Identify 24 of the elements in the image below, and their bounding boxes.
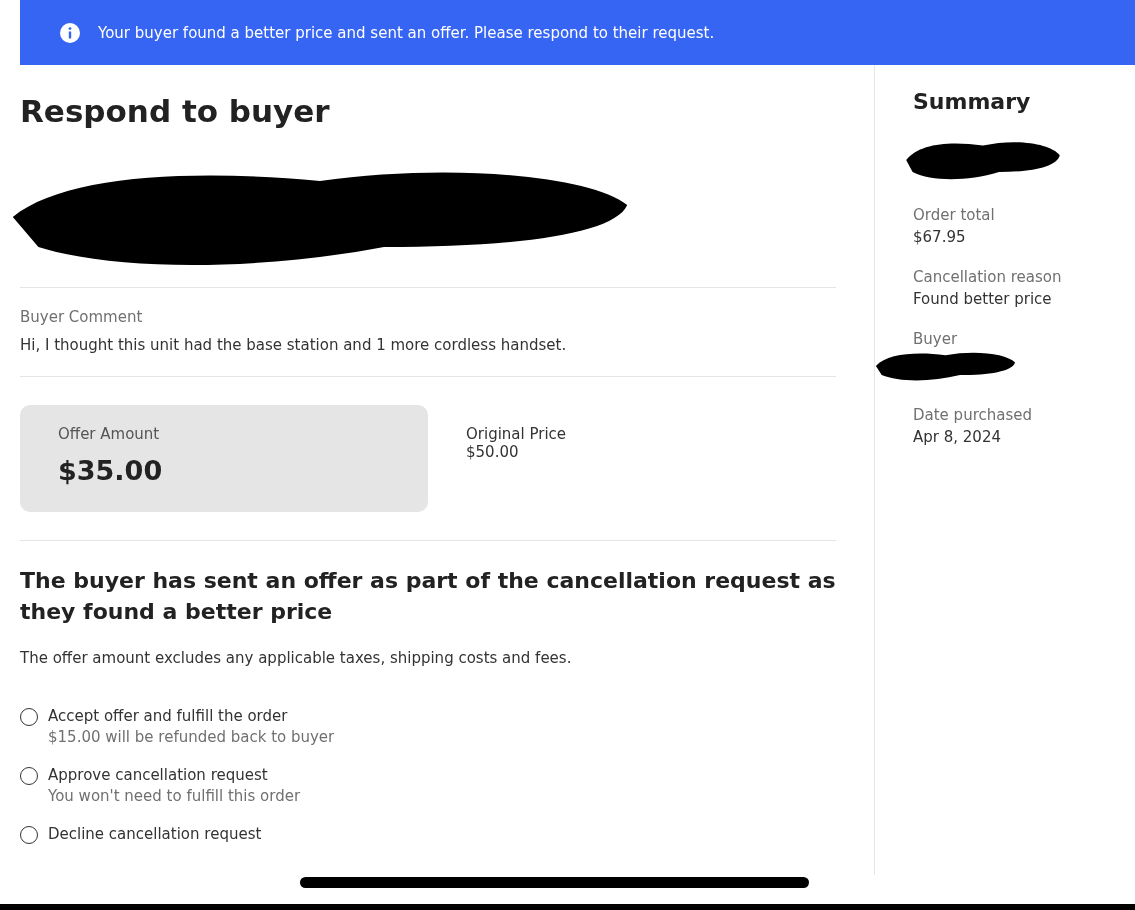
summary-value: $67.95	[913, 228, 967, 246]
banner-message: Your buyer found a better price and sent an offer. Please respond to their request.	[98, 23, 715, 42]
summary-label: Date purchased	[913, 406, 1033, 424]
offer-note: The offer amount excludes any applicable taxes, shipping costs and fees.	[20, 649, 573, 667]
offer-label: Offer Amount	[58, 425, 161, 443]
summary-title: Summary	[913, 89, 1032, 114]
summary-value: Apr 8, 2024	[913, 428, 1002, 446]
option-label[interactable]: Decline cancellation request	[48, 825, 262, 843]
comment-label: Buyer Comment	[20, 308, 144, 326]
summary-value: Found better price	[913, 290, 1053, 308]
summary-label: Cancellation reason	[913, 268, 1063, 286]
option-label[interactable]: Approve cancellation request	[48, 766, 301, 784]
summary-label: Buyer	[913, 330, 959, 348]
info-icon	[60, 22, 80, 43]
option-description: $15.00 will be refunded back to buyer	[48, 728, 335, 746]
offer-amount: $35.00	[58, 455, 164, 486]
option-label[interactable]: Accept offer and fulfill the order	[48, 707, 335, 725]
option-description: You won't need to fulfill this order	[48, 787, 301, 805]
comment-text: Hi, I thought this unit had the base station and 1 more cordless handset.	[20, 336, 568, 354]
page-title: Respond to buyer	[20, 93, 331, 129]
section-title: The buyer has sent an offer as part of the cancellation request as they found a better price	[20, 567, 836, 626]
summary-label: Order total	[913, 206, 996, 224]
original-price-value: $50.00	[466, 443, 520, 461]
original-price-label: Original Price	[466, 425, 567, 443]
